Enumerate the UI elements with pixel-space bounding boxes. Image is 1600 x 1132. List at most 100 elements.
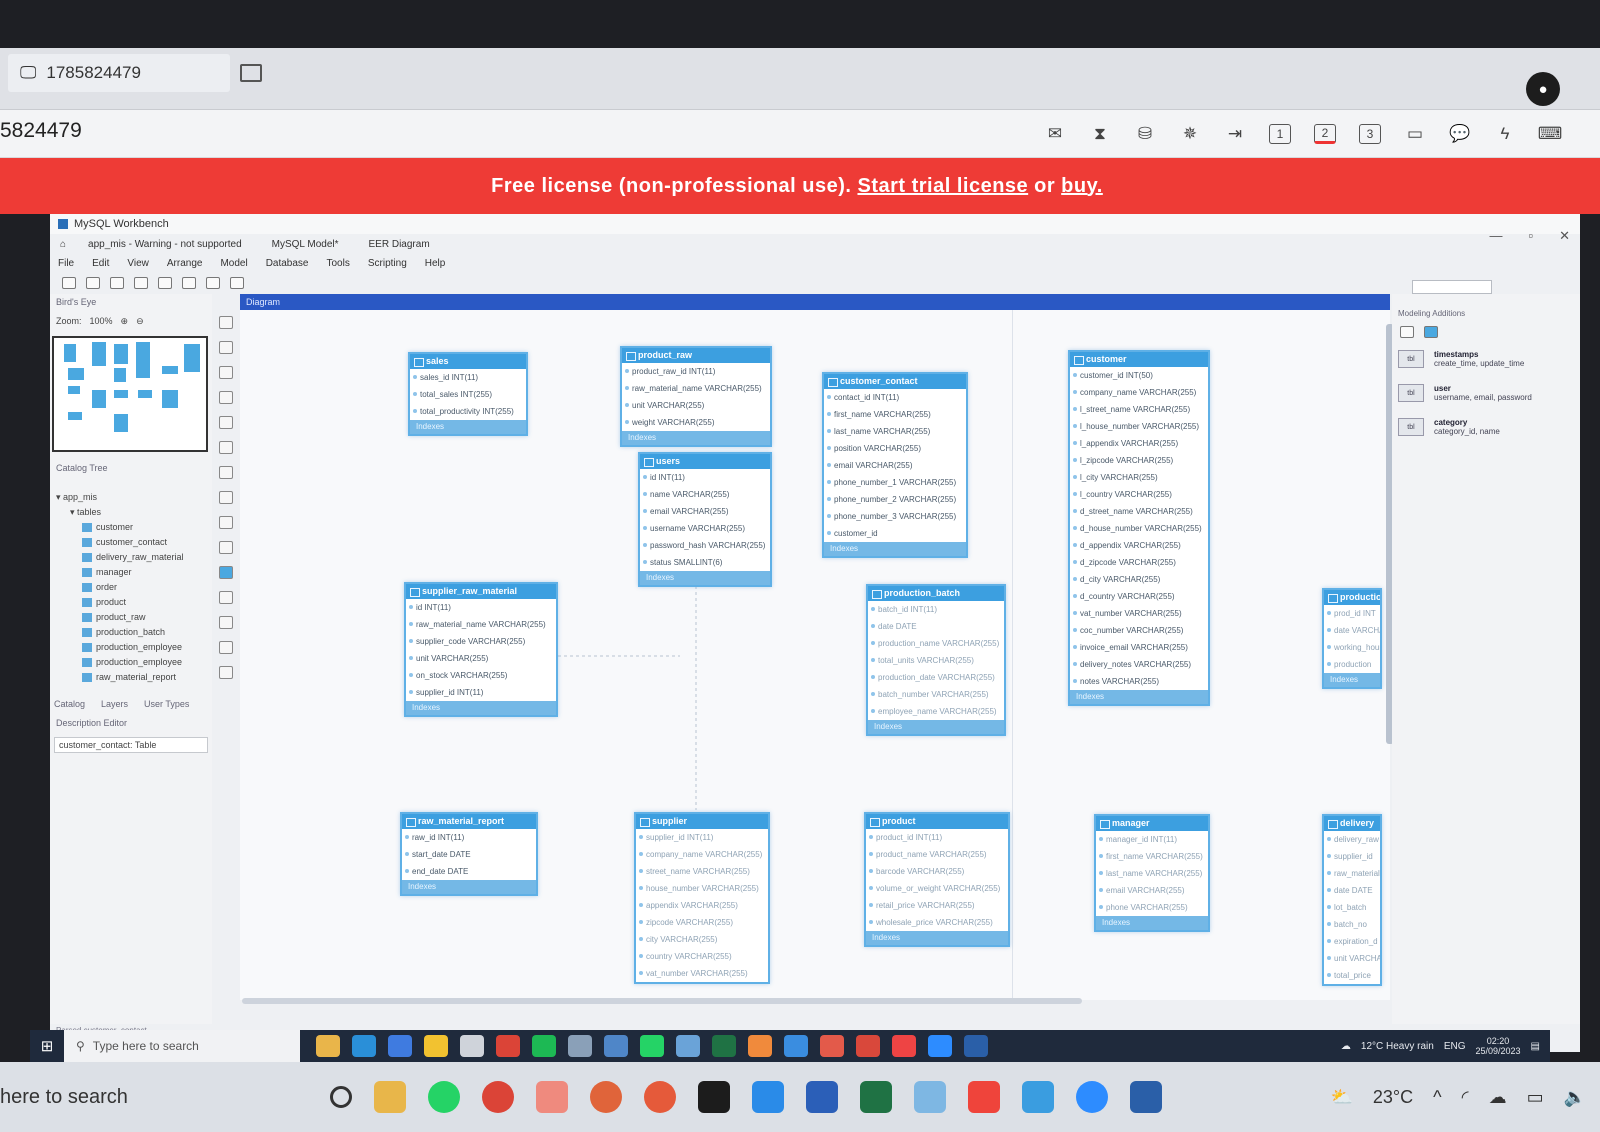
eer-canvas[interactable]: sales sales_id INT(11) total_sales INT(255… [240, 310, 1390, 1000]
entity-indexes[interactable]: Indexes [410, 420, 526, 434]
birds-eye-navigator[interactable] [52, 336, 208, 452]
app-icon[interactable] [748, 1035, 772, 1057]
schema-node[interactable]: ▾ app_mis [56, 490, 212, 505]
app-icon[interactable] [892, 1035, 916, 1057]
relation-existing-icon[interactable] [219, 666, 233, 679]
tree-table-item[interactable]: production_employee [56, 655, 212, 670]
zoom-out-icon[interactable]: ⊖ [136, 316, 144, 327]
tab-model[interactable]: MySQL Model* [264, 237, 347, 252]
chat-off-icon[interactable]: ✉ [1040, 120, 1070, 148]
addition-item[interactable]: tbl user username, email, password [1392, 376, 1580, 410]
entity-title[interactable]: raw_material_report [402, 814, 536, 829]
menu-edit[interactable]: Edit [92, 258, 109, 269]
entity-indexes[interactable]: Indexes [1096, 916, 1208, 930]
battery-icon[interactable]: ▭ [1527, 1087, 1544, 1108]
tree-table-item[interactable]: product [56, 595, 212, 610]
notification-icon[interactable]: ▤ [1531, 1041, 1540, 1052]
entity-indexes[interactable]: Indexes [1070, 690, 1208, 704]
app-icon[interactable] [1022, 1081, 1054, 1113]
tab-connection[interactable]: app_mis - Warning - not supported [80, 237, 250, 252]
app-icon[interactable] [676, 1035, 700, 1057]
entity-title[interactable]: delivery [1324, 816, 1380, 831]
entity-indexes[interactable]: Indexes [824, 542, 966, 556]
app-icon[interactable] [604, 1035, 628, 1057]
entity-indexes[interactable]: Indexes [622, 431, 770, 445]
chrome-icon[interactable] [482, 1081, 514, 1113]
file-explorer-icon[interactable] [374, 1081, 406, 1113]
menu-file[interactable]: File [58, 258, 74, 269]
table-tool-icon[interactable] [219, 466, 233, 479]
entity-table[interactable]: raw_material_report raw_id INT(11) start_d… [400, 812, 538, 896]
word-icon[interactable] [806, 1081, 838, 1113]
entity-indexes[interactable]: Indexes [402, 880, 536, 894]
mysql-workbench-icon[interactable] [1130, 1081, 1162, 1113]
entity-title[interactable]: supplier [636, 814, 768, 829]
toggle-grid-icon[interactable] [182, 277, 196, 289]
add-snippet-icon[interactable] [1400, 326, 1414, 338]
align-icon[interactable] [206, 277, 220, 289]
zoom-icon[interactable] [1076, 1081, 1108, 1113]
tree-table-item[interactable]: raw_material_report [56, 670, 212, 685]
tree-table-item[interactable]: delivery_raw_material [56, 550, 212, 565]
tree-table-item[interactable]: customer [56, 520, 212, 535]
menu-model[interactable]: Model [220, 258, 247, 269]
close-icon[interactable]: ✕ [1559, 228, 1570, 244]
transfer-icon[interactable]: ⇥ [1220, 120, 1250, 148]
entity-title[interactable]: sales [410, 354, 526, 369]
entity-title[interactable]: customer_contact [824, 374, 966, 389]
entity-indexes[interactable]: Indexes [640, 571, 770, 585]
entity-indexes[interactable]: Indexes [868, 720, 1004, 734]
tab-eer-diagram[interactable]: EER Diagram [361, 237, 438, 252]
tree-table-item[interactable]: manager [56, 565, 212, 580]
pointer-tool-icon[interactable] [219, 316, 233, 329]
eraser-tool-icon[interactable] [219, 366, 233, 379]
redo-icon[interactable] [158, 277, 172, 289]
cloud-icon[interactable]: ☁ [1489, 1087, 1507, 1108]
search-field[interactable] [1412, 280, 1492, 294]
entity-table[interactable]: product product_id INT(11) product_name VA… [864, 812, 1010, 947]
save-icon[interactable] [110, 277, 124, 289]
open-icon[interactable] [86, 277, 100, 289]
entity-table[interactable]: supplier_raw_material id INT(11) raw_mater… [404, 582, 558, 717]
entity-table[interactable]: product_raw product_raw_id INT(11) raw_mat… [620, 346, 772, 447]
entity-title[interactable]: production_batch [868, 586, 1004, 601]
entity-title[interactable]: supplier_raw_material [406, 584, 556, 599]
image-tool-icon[interactable] [219, 441, 233, 454]
entity-table[interactable]: sales sales_id INT(11) total_sales INT(255… [408, 352, 528, 436]
relation-n-m-icon[interactable] [219, 591, 233, 604]
lightning-icon[interactable]: ϟ [1490, 120, 1520, 148]
monitor-2-button[interactable]: 2 [1314, 124, 1336, 144]
entity-table[interactable]: customer customer_id INT(50) company_name … [1068, 350, 1210, 706]
hourglass-icon[interactable]: ⧗ [1085, 120, 1115, 148]
entity-title[interactable]: manager [1096, 816, 1208, 831]
addition-item[interactable]: tbl timestamps create_time, update_time [1392, 342, 1580, 376]
menu-view[interactable]: View [127, 258, 149, 269]
app-icon[interactable] [784, 1035, 808, 1057]
screen-icon[interactable]: ▭ [1400, 120, 1430, 148]
task-view-icon[interactable] [330, 1086, 352, 1108]
minimize-icon[interactable]: — [1489, 228, 1502, 244]
whatsapp-icon[interactable] [428, 1081, 460, 1113]
monitor-1-button[interactable]: 1 [1269, 124, 1291, 144]
new-icon[interactable] [62, 277, 76, 289]
mysql-workbench-app-icon[interactable] [964, 1035, 988, 1057]
monitor-3-button[interactable]: 3 [1359, 124, 1381, 144]
relation-1-n-id-icon[interactable] [219, 641, 233, 654]
new-session-icon[interactable] [240, 64, 262, 82]
entity-table[interactable]: manager manager_id INT(11) first_name VARC… [1094, 814, 1210, 932]
layer-tool-icon[interactable] [219, 391, 233, 404]
entity-title[interactable]: customer [1070, 352, 1208, 367]
snippet-menu-icon[interactable] [1424, 326, 1438, 338]
anydesk-icon[interactable] [968, 1081, 1000, 1113]
horizontal-scrollbar[interactable] [242, 998, 1082, 1004]
app-icon[interactable] [914, 1081, 946, 1113]
tree-table-item[interactable]: product_raw [56, 610, 212, 625]
entity-title[interactable]: production [1324, 590, 1380, 605]
chrome-app-icon[interactable] [496, 1035, 520, 1057]
entity-title[interactable]: product [866, 814, 1008, 829]
tree-table-item[interactable]: customer_contact [56, 535, 212, 550]
chrome-icon[interactable] [590, 1081, 622, 1113]
session-tab[interactable]: 🖵 1785824479 [8, 54, 230, 92]
undo-icon[interactable] [134, 277, 148, 289]
buy-link[interactable]: buy. [1061, 175, 1103, 198]
